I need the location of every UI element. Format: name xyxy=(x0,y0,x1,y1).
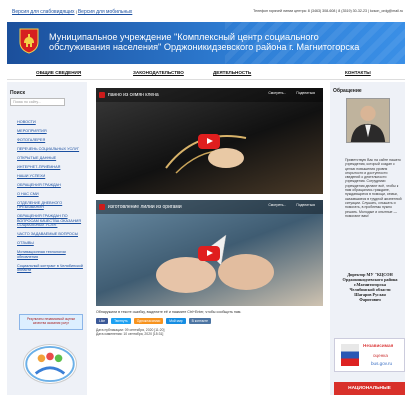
video-player-2[interactable]: изготовление лилии из оригами Смотреть..… xyxy=(96,200,323,306)
menu-item-faq[interactable]: ЧАСТО ЗАДАВАЕМЫЕ ВОПРОСЫ xyxy=(17,232,83,236)
right-sidebar: Обращение Приветствую Вас на сайте нашег… xyxy=(330,82,405,395)
sidebar-menu: НОВОСТИ МЕРОПРИЯТИЯ ФОТОГАЛЕРЕЯ ПЕРЕЧЕНЬ… xyxy=(17,120,83,277)
top-bar: Версия для слабовидящих | Версия для моб… xyxy=(0,0,405,22)
menu-item-events[interactable]: МЕРОПРИЯТИЯ xyxy=(17,129,83,133)
menu-item-open-data[interactable]: ОТКРЫТЫЕ ДАННЫЕ xyxy=(17,156,83,160)
publication-meta: Дата публикации: 09 сентября, 2020 [11:2… xyxy=(96,328,164,337)
menu-item-news[interactable]: НОВОСТИ xyxy=(17,120,83,124)
banner-text: Результаты независимой оценки качества о… xyxy=(26,317,76,325)
director-greeting: Приветствую Вас на сайте нашего учрежден… xyxy=(345,158,402,218)
vkontakte-button[interactable]: В контакте xyxy=(188,318,211,324)
banner-line-1: Независимая xyxy=(363,343,394,348)
quality-assessment-banner[interactable]: Результаты независимой оценки качества о… xyxy=(19,314,83,330)
watch-later-button[interactable]: Смотреть... xyxy=(268,91,286,95)
share-bar: Like Твитнуть Одноклассники Мой мир В ко… xyxy=(96,318,211,324)
banner-line-3: bus.gov.ru xyxy=(371,361,393,366)
mobile-version-link[interactable]: Версия для мобильных xyxy=(78,9,132,15)
menu-item-social-services[interactable]: ПЕРЕЧЕНЬ СОЦИАЛЬНЫХ УСЛУГ xyxy=(17,147,83,151)
accessibility-links: Версия для слабовидящих | Версия для моб… xyxy=(12,9,132,15)
changed-date: Дата изменения: 10 сентября, 2020 [15:31… xyxy=(96,332,164,337)
origami-lily-artwork xyxy=(156,234,274,293)
menu-item-social-contract[interactable]: Социальный контракт в Челябинской област… xyxy=(17,264,83,273)
menu-item-internet-reception[interactable]: ИНТЕРНЕТ-ПРИЁМНАЯ xyxy=(17,165,83,169)
facebook-like-button[interactable]: Like xyxy=(96,318,109,324)
hotline-text: Телефон горячей линии центра: 8 (3463) 3… xyxy=(253,9,403,13)
youtube-icon xyxy=(99,204,105,210)
youtube-icon xyxy=(99,92,105,98)
left-sidebar: Поиск Поиск по сайту... НОВОСТИ МЕРОПРИЯ… xyxy=(7,82,87,395)
odnoklassniki-button[interactable]: Одноклассники xyxy=(133,318,164,324)
site-header: Муниципальное учреждение "Комплексный це… xyxy=(7,22,405,64)
twitter-button[interactable]: Твитнуть xyxy=(111,318,131,324)
russia-emblem-icon xyxy=(341,344,359,366)
video-player-1[interactable]: панно из семян клена Смотреть... Поделит… xyxy=(96,88,323,194)
menu-item-photo-gallery[interactable]: ФОТОГАЛЕРЕЯ xyxy=(17,138,83,142)
nav-activity[interactable]: ДЕЯТЕЛЬНОСТЬ xyxy=(213,70,251,75)
nav-general-info[interactable]: ОБЩИЕ СВЕДЕНИЯ xyxy=(36,70,81,75)
main-content: панно из семян клена Смотреть... Поделит… xyxy=(90,82,326,395)
site-title[interactable]: Муниципальное учреждение "Комплексный це… xyxy=(49,32,359,52)
watch-later-button[interactable]: Смотреть... xyxy=(268,203,286,207)
menu-item-our-success[interactable]: НАШИ УСПЕХИ xyxy=(17,174,83,178)
nav-contacts[interactable]: КОНТАКТЫ xyxy=(345,70,371,75)
independent-assessment-banner[interactable]: Независимая оценка bus.gov.ru xyxy=(334,338,405,372)
menu-item-day-care[interactable]: ОТДЕЛЕНИЕ ДНЕВНОГО ПРЕБЫВАНИЯ xyxy=(17,201,83,210)
title-line-1: Муниципальное учреждение "Комплексный це… xyxy=(49,32,319,42)
appeal-heading: Обращение xyxy=(333,88,362,94)
family-emblem-icon[interactable] xyxy=(23,344,77,384)
share-button[interactable]: Поделиться xyxy=(296,91,315,95)
share-button[interactable]: Поделиться xyxy=(296,203,315,207)
search-heading: Поиск xyxy=(10,90,26,96)
visually-impaired-link[interactable]: Версия для слабовидящих xyxy=(12,9,75,15)
video-header: изготовление лилии из оригами Смотреть..… xyxy=(96,200,323,214)
menu-item-motivation[interactable]: Мотивационная технологии обновления xyxy=(17,250,83,259)
error-report-hint: Обнаружили в тексте ошибку, выделите её … xyxy=(96,310,242,314)
search-input[interactable]: Поиск по сайту... xyxy=(10,98,65,106)
sign-line: Фаритович xyxy=(359,297,381,302)
play-button[interactable] xyxy=(198,134,220,149)
title-line-2: обслуживания населения" Орджоникидзевско… xyxy=(49,42,360,52)
nav-legislation[interactable]: ЗАКОНОДАТЕЛЬСТВО xyxy=(133,70,184,75)
menu-item-quality-appeals[interactable]: ОБРАЩЕНИЯ ГРАЖДАН ПО ВОПРОСАМ КАЧЕСТВА О… xyxy=(17,214,83,227)
coat-of-arms-icon[interactable] xyxy=(19,28,39,54)
mymir-button[interactable]: Мой мир xyxy=(166,318,186,324)
video-actions: Смотреть... Поделиться xyxy=(268,91,315,95)
menu-item-media-about-us[interactable]: О НАС СМИ xyxy=(17,192,83,196)
menu-item-citizen-appeals[interactable]: ОБРАЩЕНИЯ ГРАЖДАН xyxy=(17,183,83,187)
national-projects-banner[interactable]: НАЦИОНАЛЬНЫЕ xyxy=(334,382,405,395)
director-photo xyxy=(346,98,390,143)
play-button[interactable] xyxy=(198,246,220,261)
video-header: панно из семян клена Смотреть... Поделит… xyxy=(96,88,323,102)
menu-item-reviews[interactable]: ОТЗЫВЫ xyxy=(17,241,83,245)
video-title[interactable]: панно из семян клена xyxy=(108,92,159,98)
video-title[interactable]: изготовление лилии из оригами xyxy=(108,204,182,210)
banner-line-2: оценка xyxy=(373,353,388,358)
video-actions: Смотреть... Поделиться xyxy=(268,203,315,207)
director-signature: Директор МУ "КЦСОН Орджоникидзевского ра… xyxy=(335,272,405,302)
main-nav: ОБЩИЕ СВЕДЕНИЯ ЗАКОНОДАТЕЛЬСТВО ДЕЯТЕЛЬН… xyxy=(7,64,405,80)
